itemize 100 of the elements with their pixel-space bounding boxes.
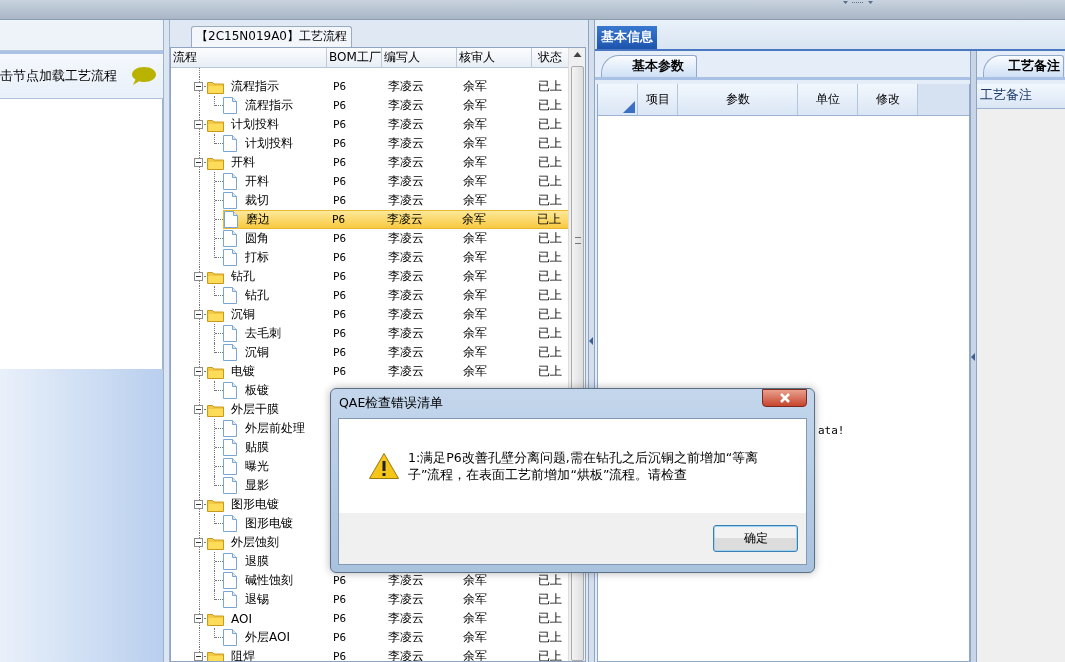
document-icon (223, 591, 237, 608)
tree-node-label: 贴膜 (245, 439, 269, 456)
tree-node-label: 外层AOI (245, 629, 290, 646)
table-cell-text: 余军 (462, 97, 488, 114)
document-icon (223, 192, 237, 209)
collapse-icon[interactable] (194, 367, 203, 376)
tree-node-label: 外层干膜 (231, 401, 279, 418)
document-icon (223, 344, 237, 361)
tab[interactable]: 基本信息 (597, 26, 657, 49)
table-cell-text: 已上 (537, 610, 563, 627)
table-cell-text: 已上 (537, 572, 563, 589)
table-cell-text: 李凌云 (387, 268, 425, 285)
table-cell-text: 已上 (537, 230, 563, 247)
corner-triangle-icon (623, 101, 635, 113)
tree-node-label: 板镀 (245, 382, 269, 399)
folder-icon (207, 155, 224, 170)
tree-node-label: 退膜 (245, 553, 269, 570)
column-header[interactable]: 流程 (171, 48, 327, 67)
table-cell-text: P6 (332, 99, 348, 112)
table-cell-text: 余军 (462, 572, 488, 589)
table-cell-text: 已上 (537, 192, 563, 209)
table-cell-text: 余军 (462, 230, 488, 247)
table-cell-text: P6 (332, 194, 348, 207)
column-header[interactable]: 参数 (678, 84, 798, 115)
table-cell-text: 余军 (462, 135, 488, 152)
table-cell-text: 已上 (537, 344, 563, 361)
document-icon (223, 325, 237, 342)
tree-node-label: 外层蚀刻 (231, 534, 279, 551)
tab[interactable]: 工艺备注 (983, 55, 1064, 77)
folder-icon (207, 79, 224, 94)
table-cell-text: 余军 (462, 249, 488, 266)
selected-row[interactable]: 磨边 P6 李凌云 余军 已上 (223, 210, 569, 229)
column-header[interactable]: 单位 (798, 84, 858, 115)
table-cell-text: P6 (332, 270, 348, 283)
collapse-icon[interactable] (194, 652, 203, 661)
tree-node-label: 钻孔 (231, 268, 255, 285)
collapse-icon[interactable] (194, 614, 203, 623)
table-cell-text: 李凌云 (387, 249, 425, 266)
table-cell-text: 余军 (462, 268, 488, 285)
table-cell-text: 已上 (537, 306, 563, 323)
table-cell-text: 余军 (462, 154, 488, 171)
folder-icon (207, 269, 224, 284)
collapse-icon[interactable] (194, 82, 203, 91)
tree-node-label: 外层前处理 (245, 420, 305, 437)
column-header[interactable]: 编写人 (382, 48, 457, 67)
document-icon (223, 135, 237, 152)
close-button[interactable] (762, 389, 807, 407)
column-header[interactable]: BOM工厂 (327, 48, 382, 67)
folder-icon (207, 497, 224, 512)
table-cell-text: 已上 (537, 287, 563, 304)
collapse-icon[interactable] (194, 158, 203, 167)
table-cell-text: P6 (332, 327, 348, 340)
tree-node-label: 计划投料 (231, 116, 279, 133)
document-icon (224, 211, 238, 228)
table-cell-text: 已上 (537, 363, 563, 380)
table-cell-text: 已上 (537, 97, 563, 114)
collapse-icon[interactable] (194, 272, 203, 281)
table-cell-text: 已上 (537, 268, 563, 285)
tab[interactable]: 基本参数 (601, 55, 697, 77)
table-cell-text: 余军 (462, 78, 488, 95)
splitter-grip-icon[interactable] (843, 0, 873, 6)
column-header[interactable]: 项目 (638, 84, 678, 115)
document-icon (223, 629, 237, 646)
table-cell-text: 李凌云 (387, 192, 425, 209)
tree-node-label: 流程指示 (231, 78, 279, 95)
table-cell-text: 李凌云 (387, 325, 425, 342)
document-icon (223, 553, 237, 570)
table-cell-text: 余军 (462, 192, 488, 209)
tree-node-label: 图形电镀 (245, 515, 293, 532)
tree-node-label: 计划投料 (245, 135, 293, 152)
table-cell-text: 李凌云 (386, 211, 424, 228)
table-cell-text: 李凌云 (387, 610, 425, 627)
table-cell-text: 已上 (537, 249, 563, 266)
table-cell-text: 李凌云 (387, 154, 425, 171)
dialog-title: QAE检查错误清单 (338, 395, 444, 412)
table-cell-text: 已上 (537, 135, 563, 152)
collapse-icon[interactable] (194, 538, 203, 547)
collapse-icon[interactable] (194, 405, 203, 414)
table-cell-text: 已上 (537, 591, 563, 608)
table-cell-text: 李凌云 (387, 344, 425, 361)
column-header[interactable]: 工艺备注 (977, 84, 1065, 109)
tree-node-label: 圆角 (245, 230, 269, 247)
table-cell-text: 余军 (462, 306, 488, 323)
ok-button[interactable]: 确定 (713, 525, 798, 552)
table-cell-text: 已上 (537, 325, 563, 342)
column-header[interactable]: 核审人 (457, 48, 532, 67)
collapse-icon[interactable] (194, 500, 203, 509)
table-cell-text: P6 (332, 612, 348, 625)
table-cell-text: 李凌云 (387, 135, 425, 152)
tree-node-label: 开料 (245, 173, 269, 190)
folder-icon (207, 117, 224, 132)
document-icon (223, 249, 237, 266)
tab[interactable]: 【2C15N019A0】工艺流程 (191, 26, 352, 47)
hint-text: 击节点加载工艺流程 (0, 67, 117, 85)
document-icon (223, 173, 237, 190)
tree-node-label: 电镀 (231, 363, 255, 380)
collapse-icon[interactable] (194, 310, 203, 319)
table-cell-text: P6 (332, 650, 348, 661)
collapse-icon[interactable] (194, 120, 203, 129)
tree-node-label: 碱性蚀刻 (245, 572, 293, 589)
